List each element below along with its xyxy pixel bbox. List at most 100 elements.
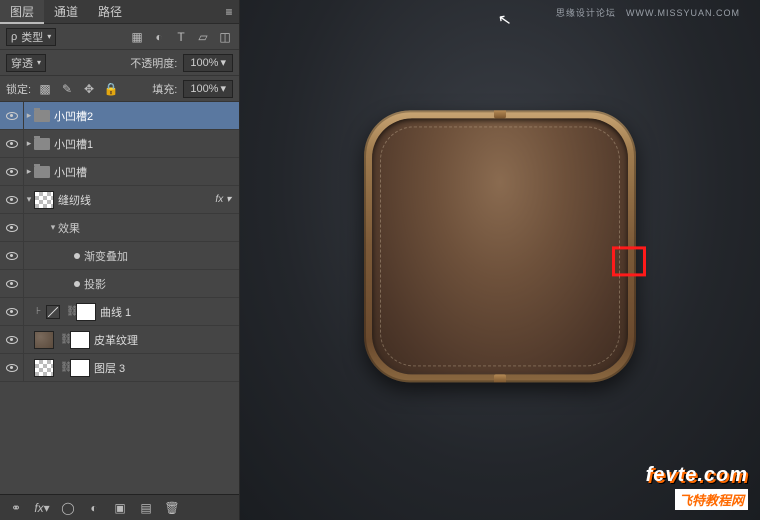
- layer-row[interactable]: ▸ 小凹槽1: [0, 130, 239, 158]
- visibility-toggle[interactable]: [0, 102, 24, 130]
- fx-badge[interactable]: fx ▾: [215, 194, 235, 205]
- panel-tabs: 图层 通道 路径 ≡: [0, 0, 239, 24]
- visibility-toggle[interactable]: [0, 242, 24, 270]
- layer-row[interactable]: 渐变叠加: [0, 242, 239, 270]
- eye-icon: [6, 168, 18, 176]
- fx-icon[interactable]: fx▾: [32, 500, 52, 516]
- app-root: 图层 通道 路径 ≡ ρ 类型 ▾ ▦ ◐ T ▱ ◫ 穿透 ▾ 不透明度:: [0, 0, 760, 520]
- eye-icon: [6, 112, 18, 120]
- chevron-down-icon: ▾: [37, 58, 41, 67]
- chevron-down-icon: ▾: [220, 56, 226, 69]
- kind-select[interactable]: ρ 类型 ▾: [6, 28, 56, 46]
- layers-bottombar: ⚭ fx▾ ◯ ◐ ▣ ▤ 🗑: [0, 494, 239, 520]
- blend-mode-select[interactable]: 穿透 ▾: [6, 54, 46, 72]
- filter-shape-icon[interactable]: ▱: [195, 29, 211, 45]
- artwork-icon: [364, 110, 636, 382]
- layer-row[interactable]: ▾ 缝纫线 fx ▾: [0, 186, 239, 214]
- trash-icon[interactable]: 🗑: [162, 500, 182, 516]
- layer-thumb[interactable]: [34, 331, 54, 349]
- blend-row: 穿透 ▾ 不透明度: 100%▾: [0, 50, 239, 76]
- layer-name[interactable]: 渐变叠加: [84, 248, 128, 264]
- mask-thumb[interactable]: [70, 331, 90, 349]
- curves-icon: [46, 305, 60, 319]
- filter-smart-icon[interactable]: ◫: [217, 29, 233, 45]
- disclosure-triangle-icon[interactable]: ▸: [24, 110, 34, 121]
- cursor-icon: ↖: [496, 9, 513, 31]
- wood-notch-top: [494, 110, 506, 118]
- visibility-toggle[interactable]: [0, 298, 24, 326]
- mask-thumb[interactable]: [76, 303, 96, 321]
- eye-icon: [6, 196, 18, 204]
- layer-row[interactable]: ⊦ ⛓ 曲线 1: [0, 298, 239, 326]
- disclosure-triangle-icon[interactable]: ▸: [24, 138, 34, 149]
- visibility-toggle[interactable]: [0, 326, 24, 354]
- disclosure-triangle-icon[interactable]: ▸: [24, 166, 34, 177]
- chevron-down-icon: ▾: [220, 82, 226, 95]
- eye-icon: [6, 336, 18, 344]
- layers-panel: 图层 通道 路径 ≡ ρ 类型 ▾ ▦ ◐ T ▱ ◫ 穿透 ▾ 不透明度:: [0, 0, 240, 520]
- group-icon[interactable]: ▣: [110, 500, 130, 516]
- adjustment-icon[interactable]: ◐: [84, 500, 104, 516]
- canvas-area: ↖ 思缘设计论坛 WWW.MISSYUAN.COM fevte.com 飞特教程…: [240, 0, 760, 520]
- eye-icon: [6, 140, 18, 148]
- tab-layers[interactable]: 图层: [0, 0, 44, 24]
- lock-all-icon[interactable]: 🔒: [103, 81, 119, 97]
- folder-icon: [34, 166, 50, 178]
- visibility-toggle[interactable]: [0, 270, 24, 298]
- layer-name[interactable]: 小凹槽1: [54, 136, 93, 152]
- layer-row[interactable]: ▸ 小凹槽2: [0, 102, 239, 130]
- layer-row[interactable]: ▸ 小凹槽: [0, 158, 239, 186]
- layer-name[interactable]: 皮革纹理: [94, 332, 138, 348]
- layer-name[interactable]: 图层 3: [94, 360, 125, 376]
- fill-label: 填充:: [152, 81, 177, 97]
- layer-name[interactable]: 曲线 1: [100, 304, 131, 320]
- new-layer-icon[interactable]: ▤: [136, 500, 156, 516]
- visibility-toggle[interactable]: [0, 186, 24, 214]
- disclosure-triangle-icon[interactable]: ▾: [48, 222, 58, 233]
- disclosure-triangle-icon[interactable]: ▾: [24, 194, 34, 205]
- highlight-box: [612, 246, 646, 276]
- layer-name[interactable]: 投影: [84, 276, 106, 292]
- layers-list: ▸小凹槽2▸小凹槽1▸小凹槽▾缝纫线fx ▾▾效果 渐变叠加 投影 ⊦⛓曲线 1…: [0, 102, 239, 494]
- mask-icon[interactable]: ◯: [58, 500, 78, 516]
- visibility-toggle[interactable]: [0, 214, 24, 242]
- opacity-label: 不透明度:: [130, 55, 177, 71]
- filter-row: ρ 类型 ▾ ▦ ◐ T ▱ ◫: [0, 24, 239, 50]
- kind-label: 类型: [21, 29, 43, 45]
- layer-thumb[interactable]: [34, 359, 54, 377]
- lock-trans-icon[interactable]: ▩: [37, 81, 53, 97]
- lock-paint-icon[interactable]: ✎: [59, 81, 75, 97]
- visibility-toggle[interactable]: [0, 130, 24, 158]
- visibility-toggle[interactable]: [0, 354, 24, 382]
- eye-icon: [6, 224, 18, 232]
- tab-paths[interactable]: 路径: [88, 0, 132, 24]
- clip-icon: ⊦: [36, 306, 44, 317]
- layer-row[interactable]: ⛓皮革纹理: [0, 326, 239, 354]
- fill-input[interactable]: 100%▾: [183, 80, 233, 98]
- link-icon: ⛓: [66, 306, 74, 317]
- wood-notch-bottom: [494, 374, 506, 382]
- tab-channels[interactable]: 通道: [44, 0, 88, 24]
- layer-name[interactable]: 效果: [58, 220, 80, 236]
- layer-name[interactable]: 缝纫线: [58, 192, 91, 208]
- folder-icon: [34, 138, 50, 150]
- layer-row[interactable]: ⛓图层 3: [0, 354, 239, 382]
- layer-row[interactable]: 投影: [0, 270, 239, 298]
- panel-menu-icon[interactable]: ≡: [219, 5, 239, 19]
- lock-move-icon[interactable]: ✥: [81, 81, 97, 97]
- filter-pixel-icon[interactable]: ▦: [129, 29, 145, 45]
- visibility-toggle[interactable]: [0, 158, 24, 186]
- filter-adjust-icon[interactable]: ◐: [151, 29, 167, 45]
- layer-row[interactable]: ▾效果: [0, 214, 239, 242]
- mask-thumb[interactable]: [70, 359, 90, 377]
- layer-name[interactable]: 小凹槽: [54, 164, 87, 180]
- lock-label: 锁定:: [6, 81, 31, 97]
- opacity-input[interactable]: 100%▾: [183, 54, 233, 72]
- eye-icon: [6, 364, 18, 372]
- layer-name[interactable]: 小凹槽2: [54, 108, 93, 124]
- filter-type-icon[interactable]: T: [173, 29, 189, 45]
- layer-thumb[interactable]: [34, 191, 54, 209]
- eye-icon: [6, 280, 18, 288]
- link-icon[interactable]: ⚭: [6, 500, 26, 516]
- watermark-bottom: fevte.com 飞特教程网: [646, 464, 748, 510]
